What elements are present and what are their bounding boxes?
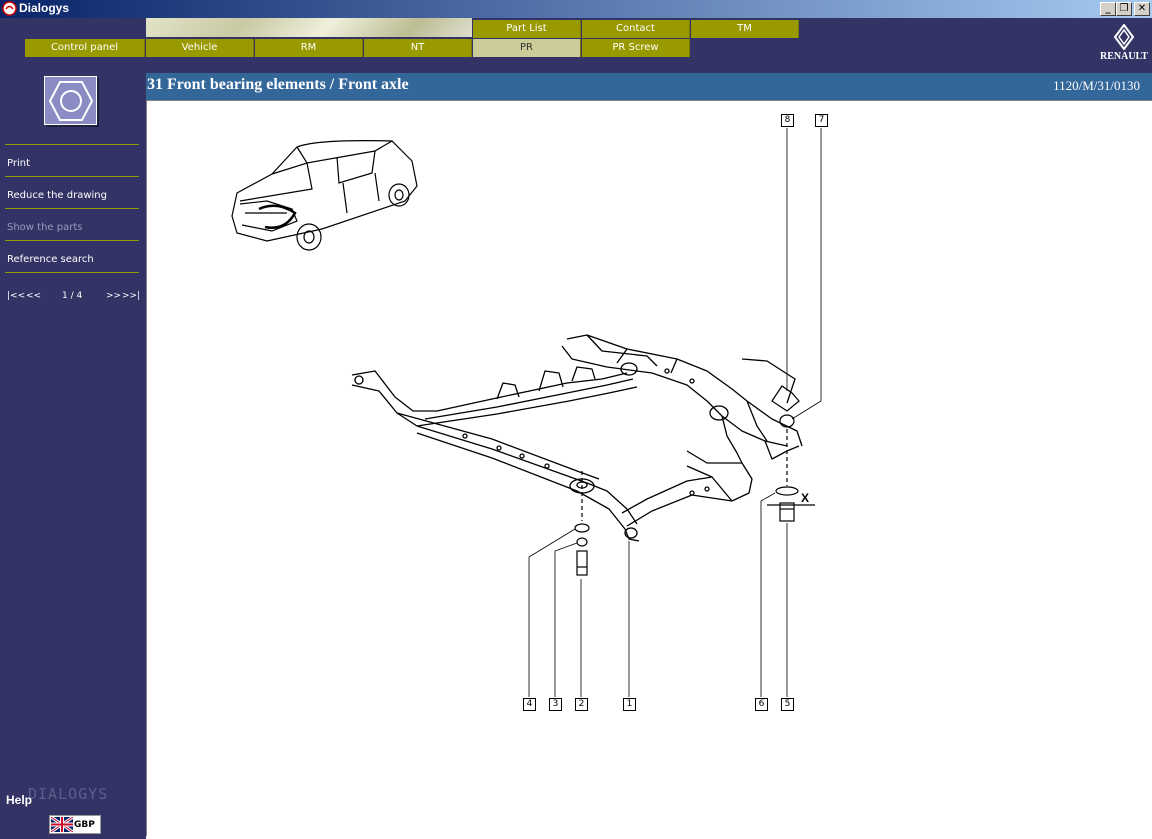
sidebar-item-show-parts[interactable]: Show the parts [7, 222, 82, 233]
sidebar-item-reduce-drawing[interactable]: Reduce the drawing [7, 190, 107, 201]
tab-nt[interactable]: NT [364, 39, 472, 57]
callout-2[interactable]: 2 [575, 698, 588, 711]
car-thumbnail-illustration [231, 140, 418, 251]
minimize-button[interactable]: _ [1100, 2, 1116, 16]
sidebar-item-print[interactable]: Print [7, 158, 30, 169]
window-title: Dialogys [19, 1, 70, 15]
tab-pr-screw[interactable]: PR Screw [582, 39, 690, 57]
axis-x-label: X [801, 491, 810, 505]
callout-7[interactable]: 7 [815, 114, 828, 127]
section-icon-box [44, 76, 97, 125]
header-decoration [146, 18, 472, 37]
pager-next-button[interactable]: >> [106, 291, 121, 301]
close-button[interactable]: ✕ [1134, 2, 1150, 16]
sidebar-divider [5, 240, 139, 241]
tab-pr[interactable]: PR [473, 39, 581, 57]
pager-prev-button[interactable]: << [26, 291, 41, 301]
sidebar-divider [5, 272, 139, 273]
help-link[interactable]: Help [6, 793, 32, 807]
tab-part-list[interactable]: Part List [473, 20, 581, 38]
pager-position: 1 / 4 [62, 291, 83, 301]
restore-button[interactable]: ❐ [1116, 2, 1132, 16]
callout-6[interactable]: 6 [755, 698, 768, 711]
sidebar-item-reference-search[interactable]: Reference search [7, 254, 94, 265]
pager-first-button[interactable]: |<< [7, 291, 25, 301]
tab-rm[interactable]: RM [255, 39, 363, 57]
front-subframe-illustration [351, 334, 803, 542]
callout-3[interactable]: 3 [549, 698, 562, 711]
renault-logo: RENAULT [1098, 24, 1150, 70]
tab-tm[interactable]: TM [691, 20, 799, 38]
header: Part List Contact TM Control panel Vehic… [0, 18, 1152, 73]
sidebar-divider [5, 208, 139, 209]
section-title: 31 Front bearing elements / Front axle [147, 76, 409, 93]
tab-contact[interactable]: Contact [582, 20, 690, 38]
sidebar-divider [5, 144, 139, 145]
hex-nut-icon [48, 81, 94, 121]
tab-vehicle[interactable]: Vehicle [146, 39, 254, 57]
drawing-area: 8 7 4 3 2 1 6 5 X [146, 100, 1152, 836]
section-reference: 1120/M/31/0130 [1053, 78, 1140, 93]
title-bar: Dialogys _ ❐ ✕ [0, 0, 1152, 18]
callout-1[interactable]: 1 [623, 698, 636, 711]
section-header: 31 Front bearing elements / Front axle 1… [146, 73, 1152, 100]
renault-diamond-icon [1113, 24, 1135, 50]
pager-last-button[interactable]: >>| [122, 291, 140, 301]
callout-8[interactable]: 8 [781, 114, 794, 127]
language-selector[interactable]: GBP [49, 815, 101, 834]
tab-control-panel[interactable]: Control panel [25, 39, 145, 57]
callout-leader-lines [528, 128, 822, 697]
uk-flag-icon [51, 817, 73, 832]
language-code: GBP [74, 819, 95, 830]
callout-4[interactable]: 4 [523, 698, 536, 711]
dialogys-watermark: DIALOGYS [28, 785, 109, 803]
callout-5[interactable]: 5 [781, 698, 794, 711]
exploded-diagram [231, 128, 822, 697]
app-icon [2, 1, 17, 16]
logo-text: RENAULT [1100, 51, 1148, 62]
sidebar-divider [5, 176, 139, 177]
sidebar: Print Reduce the drawing Show the parts … [0, 73, 146, 839]
